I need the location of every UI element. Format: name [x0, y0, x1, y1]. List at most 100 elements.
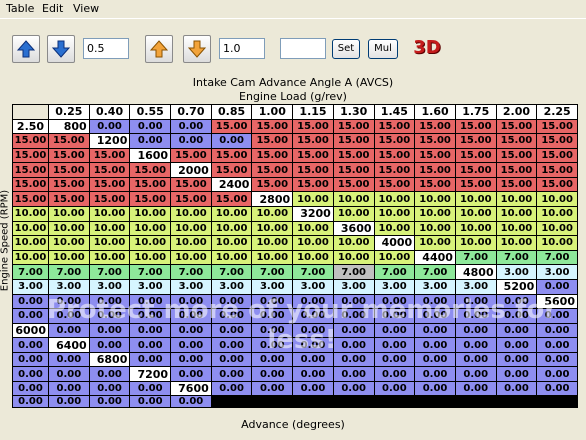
- table-cell[interactable]: 15.00: [537, 177, 577, 192]
- table-cell[interactable]: 15.00: [49, 134, 89, 148]
- table-cell[interactable]: 7.00: [333, 265, 374, 279]
- table-cell[interactable]: 0.00: [537, 338, 577, 352]
- table-cell[interactable]: 0.00: [293, 352, 333, 367]
- table-cell[interactable]: 0.00: [13, 309, 48, 323]
- table-cell[interactable]: 0.00: [211, 134, 252, 148]
- table-cell[interactable]: 0.00: [537, 367, 577, 381]
- table-cell[interactable]: 0.00: [293, 309, 333, 323]
- table-cell[interactable]: 15.00: [496, 163, 537, 177]
- table-cell[interactable]: 15.00: [293, 119, 333, 134]
- table-cell[interactable]: 10.00: [211, 221, 252, 236]
- increment-large-button[interactable]: [145, 35, 173, 63]
- table-cell[interactable]: 10.00: [537, 221, 577, 236]
- table-cell[interactable]: 3.00: [211, 279, 252, 294]
- table-cell[interactable]: 15.00: [496, 177, 537, 192]
- table-cell[interactable]: 7.00: [252, 265, 293, 279]
- step-input-1[interactable]: [83, 38, 129, 59]
- table-cell[interactable]: 15.00: [130, 192, 171, 207]
- table-cell[interactable]: 0.00: [455, 323, 496, 338]
- table-cell[interactable]: 7.00: [49, 265, 89, 279]
- table-cell[interactable]: 0.00: [171, 395, 211, 407]
- table-cell[interactable]: 0.00: [374, 381, 415, 395]
- table-cell[interactable]: 0.00: [211, 294, 252, 309]
- table-cell[interactable]: 3.00: [13, 279, 48, 294]
- table-cell[interactable]: 10.00: [333, 236, 374, 250]
- table-cell[interactable]: 10.00: [211, 236, 252, 250]
- table-cell[interactable]: 15.00: [415, 148, 455, 163]
- table-cell[interactable]: 0.00: [374, 338, 415, 352]
- table-cell[interactable]: 3.00: [333, 279, 374, 294]
- table-cell[interactable]: 10.00: [537, 192, 577, 207]
- table-cell[interactable]: 0.00: [455, 381, 496, 395]
- table-cell[interactable]: 0.00: [211, 309, 252, 323]
- table-cell[interactable]: 15.00: [13, 177, 48, 192]
- table-cell[interactable]: 10.00: [252, 250, 293, 265]
- decrement-large-button[interactable]: [183, 35, 211, 63]
- table-cell[interactable]: 0.00: [415, 309, 455, 323]
- table-cell[interactable]: 15.00: [49, 148, 89, 163]
- table-cell[interactable]: 15.00: [333, 134, 374, 148]
- table-cell[interactable]: 10.00: [455, 207, 496, 221]
- table-cell[interactable]: 15.00: [415, 134, 455, 148]
- table-cell[interactable]: 0.00: [171, 294, 211, 309]
- table-cell[interactable]: 10.00: [49, 250, 89, 265]
- table-cell[interactable]: 0.00: [333, 294, 374, 309]
- table-cell[interactable]: 7.00: [374, 265, 415, 279]
- table-cell[interactable]: 0.00: [537, 352, 577, 367]
- table-cell[interactable]: 15.00: [333, 177, 374, 192]
- table-cell[interactable]: 0.00: [333, 352, 374, 367]
- table-cell[interactable]: 10.00: [13, 221, 48, 236]
- step-input-2[interactable]: [219, 38, 265, 59]
- table-cell[interactable]: 15.00: [537, 163, 577, 177]
- table-cell[interactable]: 10.00: [171, 221, 211, 236]
- table-cell[interactable]: 15.00: [415, 119, 455, 134]
- decrement-button[interactable]: [47, 35, 75, 63]
- table-cell[interactable]: 15.00: [415, 163, 455, 177]
- table-cell[interactable]: 15.00: [333, 119, 374, 134]
- table-cell[interactable]: 10.00: [374, 207, 415, 221]
- table-cell[interactable]: 7.00: [415, 265, 455, 279]
- table-cell[interactable]: 15.00: [130, 163, 171, 177]
- table-cell[interactable]: 0.00: [496, 309, 537, 323]
- table-cell[interactable]: 0.00: [49, 381, 89, 395]
- table-cell[interactable]: 15.00: [13, 134, 48, 148]
- table-cell[interactable]: 0.00: [89, 294, 130, 309]
- table-cell[interactable]: 15.00: [496, 148, 537, 163]
- table-cell[interactable]: 10.00: [333, 192, 374, 207]
- table-cell[interactable]: 10.00: [496, 221, 537, 236]
- table-cell[interactable]: 10.00: [537, 207, 577, 221]
- table-cell[interactable]: 0.00: [130, 323, 171, 338]
- table-cell[interactable]: 10.00: [49, 221, 89, 236]
- table-cell[interactable]: 15.00: [252, 163, 293, 177]
- table-cell[interactable]: 0.00: [415, 338, 455, 352]
- table-cell[interactable]: 10.00: [374, 250, 415, 265]
- table-cell[interactable]: 15.00: [455, 134, 496, 148]
- vertical-scrollbar[interactable]: [578, 104, 586, 434]
- table-cell[interactable]: 10.00: [496, 207, 537, 221]
- table-cell[interactable]: 0.00: [130, 381, 171, 395]
- table-cell[interactable]: 15.00: [537, 148, 577, 163]
- table-cell[interactable]: 0.00: [496, 352, 537, 367]
- table-cell[interactable]: 0.00: [537, 323, 577, 338]
- table-cell[interactable]: 15.00: [211, 148, 252, 163]
- table-cell[interactable]: 0.00: [211, 367, 252, 381]
- table-cell[interactable]: 0.00: [374, 323, 415, 338]
- table-cell[interactable]: 0.00: [252, 309, 293, 323]
- table-cell[interactable]: 10.00: [455, 236, 496, 250]
- table-cell[interactable]: 0.00: [89, 119, 130, 134]
- table-cell[interactable]: 15.00: [252, 119, 293, 134]
- table-cell[interactable]: 0.00: [333, 323, 374, 338]
- table-cell[interactable]: 0.00: [252, 381, 293, 395]
- table-cell[interactable]: 0.00: [171, 323, 211, 338]
- table-cell[interactable]: 0.00: [293, 294, 333, 309]
- table-cell[interactable]: 10.00: [455, 221, 496, 236]
- table-cell[interactable]: 15.00: [252, 134, 293, 148]
- table-cell[interactable]: 15.00: [130, 177, 171, 192]
- table-cell[interactable]: 0.00: [496, 294, 537, 309]
- table-cell[interactable]: 15.00: [89, 163, 130, 177]
- table-cell[interactable]: 0.00: [89, 367, 130, 381]
- table-cell[interactable]: 0.00: [13, 338, 48, 352]
- table-cell[interactable]: 0.00: [171, 338, 211, 352]
- table-cell[interactable]: 0.00: [496, 338, 537, 352]
- table-cell[interactable]: 0.00: [130, 134, 171, 148]
